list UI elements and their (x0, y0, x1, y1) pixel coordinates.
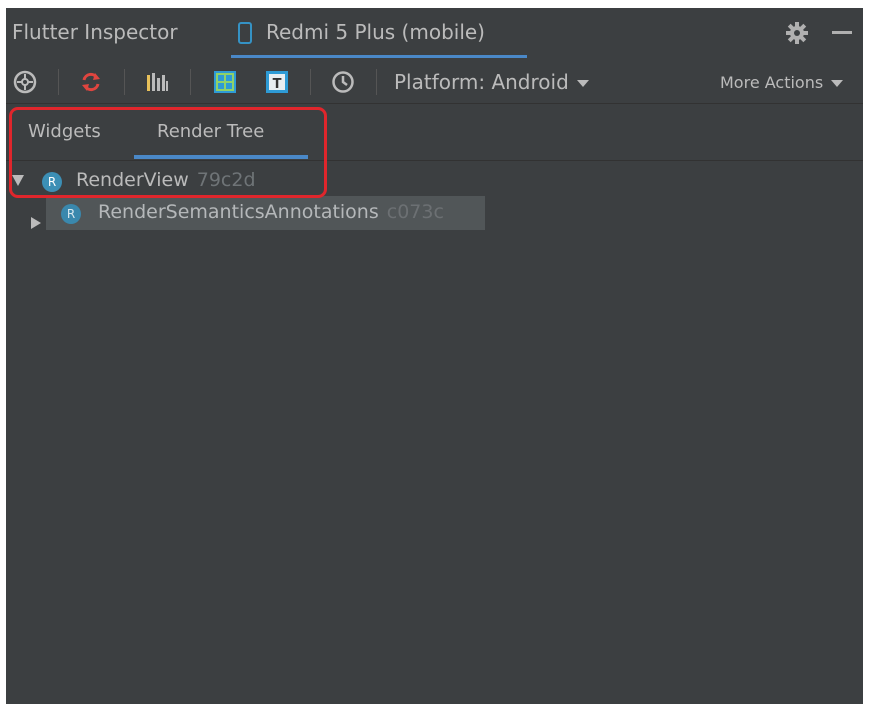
tree-row-selected[interactable]: R RenderSemanticsAnnotations c073c (46, 196, 485, 230)
toolbar-separator (58, 69, 59, 95)
tab-widgets[interactable]: Widgets (28, 121, 101, 142)
node-label: RenderSemanticsAnnotations c073c (98, 201, 444, 223)
tool-window-title: Flutter Inspector (12, 20, 178, 44)
tool-window-titlebar: Flutter Inspector Redmi 5 Plus (mobile) (6, 8, 863, 58)
expanded-triangle-icon[interactable] (12, 175, 24, 186)
platform-dropdown-label: Platform: Android (394, 70, 569, 94)
node-name: RenderView (76, 169, 189, 191)
chevron-down-icon (576, 80, 589, 87)
render-object-badge-icon: R (61, 204, 81, 224)
node-label: RenderView 79c2d (76, 169, 256, 191)
platform-dropdown[interactable]: Platform: Android (394, 70, 589, 94)
chevron-down-icon (831, 80, 844, 87)
text-baselines-icon[interactable]: T (264, 69, 290, 95)
refresh-tree-icon[interactable] (78, 69, 104, 95)
gear-icon[interactable] (784, 20, 810, 46)
more-actions-dropdown[interactable]: More Actions (720, 73, 844, 92)
minimize-icon[interactable] (832, 31, 852, 34)
inspector-tabs: Widgets Render Tree (6, 105, 863, 161)
tab-render-tree[interactable]: Render Tree (157, 121, 264, 142)
toolbar-separator (310, 69, 311, 95)
render-object-badge-icon: R (42, 172, 62, 192)
device-tab-underline (231, 55, 527, 58)
node-id: c073c (386, 201, 444, 223)
render-tree-view: R RenderView 79c2d R RenderSemanticsAnnot… (6, 161, 863, 704)
toolbar-separator (190, 69, 191, 95)
node-name: RenderSemanticsAnnotations (98, 201, 379, 223)
svg-text:T: T (273, 77, 282, 92)
toolbar-separator (124, 69, 125, 95)
flutter-inspector-panel: Flutter Inspector Redmi 5 Plus (mobile) (6, 8, 863, 704)
inspector-toolbar: T Platform: Android More Actions (6, 61, 863, 104)
node-id: 79c2d (196, 169, 256, 191)
performance-overlay-icon[interactable] (144, 69, 170, 95)
more-actions-label: More Actions (720, 73, 824, 92)
slow-animations-clock-icon[interactable] (330, 69, 356, 95)
device-tab-label: Redmi 5 Plus (mobile) (266, 20, 485, 44)
select-widget-mode-icon[interactable] (12, 69, 38, 95)
device-tab[interactable]: Redmi 5 Plus (mobile) (231, 8, 527, 58)
active-tab-underline (134, 155, 308, 159)
toolbar-separator (376, 69, 377, 95)
collapsed-triangle-icon[interactable] (31, 217, 41, 229)
debug-paint-icon[interactable] (212, 69, 238, 95)
mobile-device-icon (238, 22, 252, 44)
